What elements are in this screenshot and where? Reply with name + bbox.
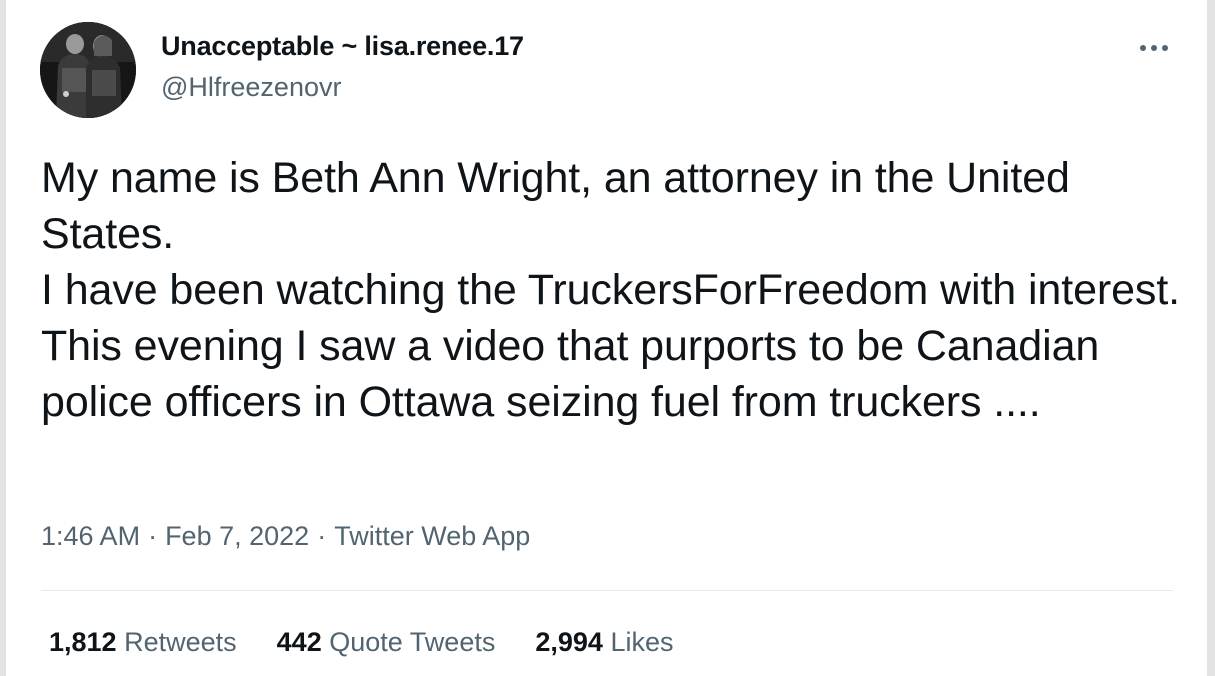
avatar[interactable] bbox=[40, 22, 136, 118]
tweet-time[interactable]: 1:46 AM bbox=[41, 521, 140, 552]
likes-stat[interactable]: 2,994 Likes bbox=[535, 627, 673, 658]
tweet-source[interactable]: Twitter Web App bbox=[334, 521, 530, 552]
more-options-icon bbox=[1140, 45, 1168, 51]
tweet-stats: 1,812 Retweets 442 Quote Tweets 2,994 Li… bbox=[49, 627, 713, 658]
tweet-meta: 1:46 AM · Feb 7, 2022 · Twitter Web App bbox=[41, 521, 530, 552]
meta-separator: · bbox=[317, 521, 327, 551]
tweet-text: My name is Beth Ann Wright, an attorney … bbox=[41, 154, 1181, 426]
retweets-stat[interactable]: 1,812 Retweets bbox=[49, 627, 237, 658]
quote-tweets-count: 442 bbox=[276, 627, 322, 657]
author-display-name[interactable]: Unacceptable ~ lisa.renee.17 bbox=[161, 31, 524, 62]
quote-tweets-stat[interactable]: 442 Quote Tweets bbox=[277, 627, 496, 658]
divider bbox=[41, 590, 1173, 591]
retweets-label: Retweets bbox=[124, 627, 237, 657]
avatar-photo bbox=[40, 22, 136, 118]
quote-tweets-label: Quote Tweets bbox=[329, 627, 496, 657]
likes-count: 2,994 bbox=[535, 627, 603, 657]
tweet-card: Unacceptable ~ lisa.renee.17 @Hlfreezeno… bbox=[0, 0, 1215, 676]
more-options-button[interactable] bbox=[1136, 30, 1172, 66]
likes-label: Likes bbox=[610, 627, 674, 657]
retweets-count: 1,812 bbox=[49, 627, 117, 657]
meta-separator: · bbox=[148, 521, 158, 551]
author-handle[interactable]: @Hlfreezenovr bbox=[161, 72, 341, 103]
tweet-date[interactable]: Feb 7, 2022 bbox=[165, 521, 309, 552]
